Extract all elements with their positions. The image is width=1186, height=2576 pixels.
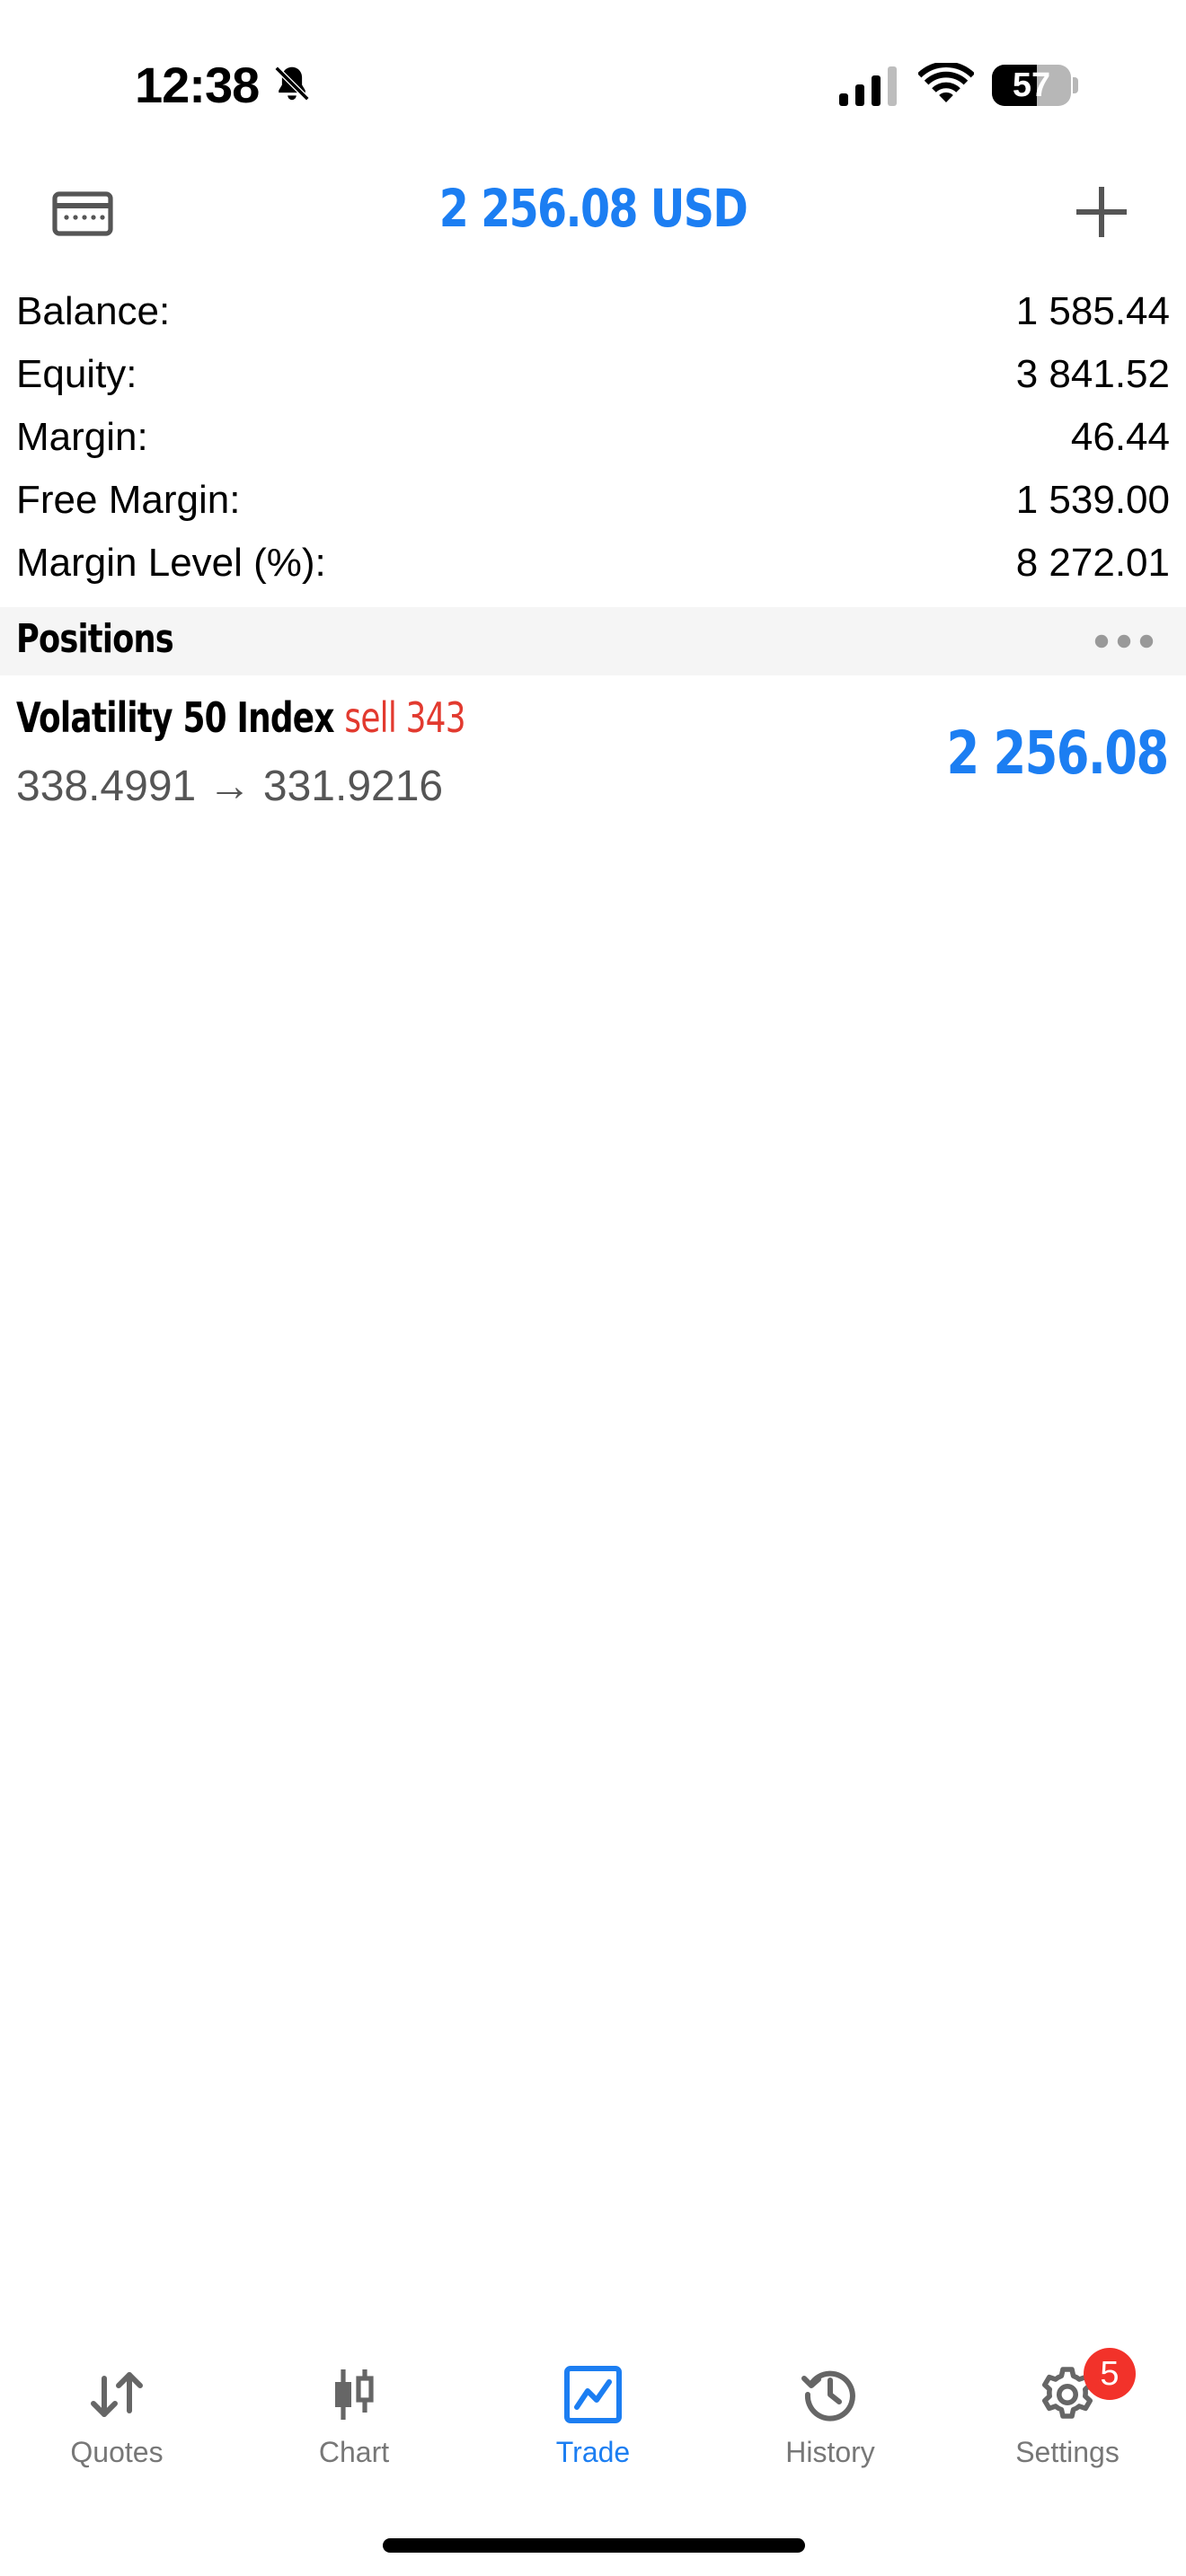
- summary-value: 3 841.52: [1015, 352, 1170, 396]
- summary-label: Free Margin:: [16, 478, 241, 522]
- battery-icon: 57: [992, 65, 1071, 106]
- summary-row-balance: Balance: 1 585.44: [0, 284, 1186, 347]
- tab-settings[interactable]: Settings 5: [978, 2348, 1157, 2468]
- summary-value: 46.44: [1070, 415, 1170, 459]
- summary-label: Equity:: [16, 352, 137, 396]
- home-indicator[interactable]: [383, 2538, 805, 2553]
- more-options-icon[interactable]: [1094, 631, 1154, 652]
- trade-icon: [564, 2366, 622, 2423]
- tab-label: Settings: [1015, 2436, 1120, 2468]
- wallet-icon[interactable]: [52, 187, 113, 241]
- summary-value: 1 585.44: [1015, 289, 1170, 333]
- status-bar: 12:38 57: [0, 0, 1186, 171]
- summary-row-margin: Margin: 46.44: [0, 410, 1186, 472]
- position-profit: 2 256.08: [946, 719, 1170, 788]
- summary-value: 1 539.00: [1015, 478, 1170, 522]
- tab-quotes[interactable]: Quotes: [27, 2351, 207, 2468]
- cellular-signal-icon: [839, 66, 897, 106]
- summary-label: Margin Level (%):: [16, 541, 326, 585]
- summary-label: Balance:: [16, 289, 171, 333]
- summary-row-equity: Equity: 3 841.52: [0, 347, 1186, 410]
- positions-title: Positions: [16, 616, 174, 662]
- tab-chart[interactable]: Chart: [264, 2351, 444, 2468]
- position-symbol: Volatility 50 Index: [16, 693, 334, 742]
- tab-history[interactable]: History: [740, 2351, 920, 2468]
- open-price: 338.4991: [16, 763, 197, 810]
- battery-level: 57: [1012, 66, 1051, 104]
- notification-badge: 5: [1084, 2348, 1136, 2400]
- position-title: Volatility 50 Index sell 343: [16, 693, 466, 742]
- bell-off-icon: [274, 66, 310, 101]
- price-arrow: →: [208, 763, 252, 810]
- status-time: 12:38: [135, 57, 260, 113]
- account-balance-title: 2 256.08 USD: [438, 178, 748, 239]
- account-summary: Balance: 1 585.44 Equity: 3 841.52 Margi…: [0, 284, 1186, 598]
- chart-icon: [335, 2369, 374, 2420]
- summary-value: 8 272.01: [1015, 541, 1170, 585]
- current-price: 331.9216: [262, 763, 444, 810]
- tab-trade[interactable]: Trade: [503, 2351, 683, 2468]
- position-side: sell 343: [344, 693, 465, 742]
- tab-label: Quotes: [70, 2436, 164, 2468]
- tab-label: History: [785, 2436, 875, 2468]
- summary-row-free-margin: Free Margin: 1 539.00: [0, 472, 1186, 535]
- position-row[interactable]: Volatility 50 Index sell 343 338.4991 → …: [0, 686, 1186, 821]
- tab-label: Trade: [555, 2436, 631, 2468]
- summary-row-margin-level: Margin Level (%): 8 272.01: [0, 535, 1186, 598]
- wifi-icon: [918, 63, 974, 102]
- quotes-icon: [91, 2372, 143, 2417]
- tab-bar: Quotes Chart Trade History Settings 5: [0, 2348, 1186, 2468]
- positions-section-header: Positions: [0, 607, 1186, 675]
- battery-cap: [1073, 77, 1078, 93]
- position-prices: 338.4991 → 331.9216: [16, 762, 443, 811]
- history-icon: [801, 2370, 855, 2422]
- add-icon[interactable]: [1073, 183, 1130, 241]
- summary-label: Margin:: [16, 415, 148, 459]
- tab-label: Chart: [318, 2436, 390, 2468]
- header: 2 256.08 USD: [0, 171, 1186, 269]
